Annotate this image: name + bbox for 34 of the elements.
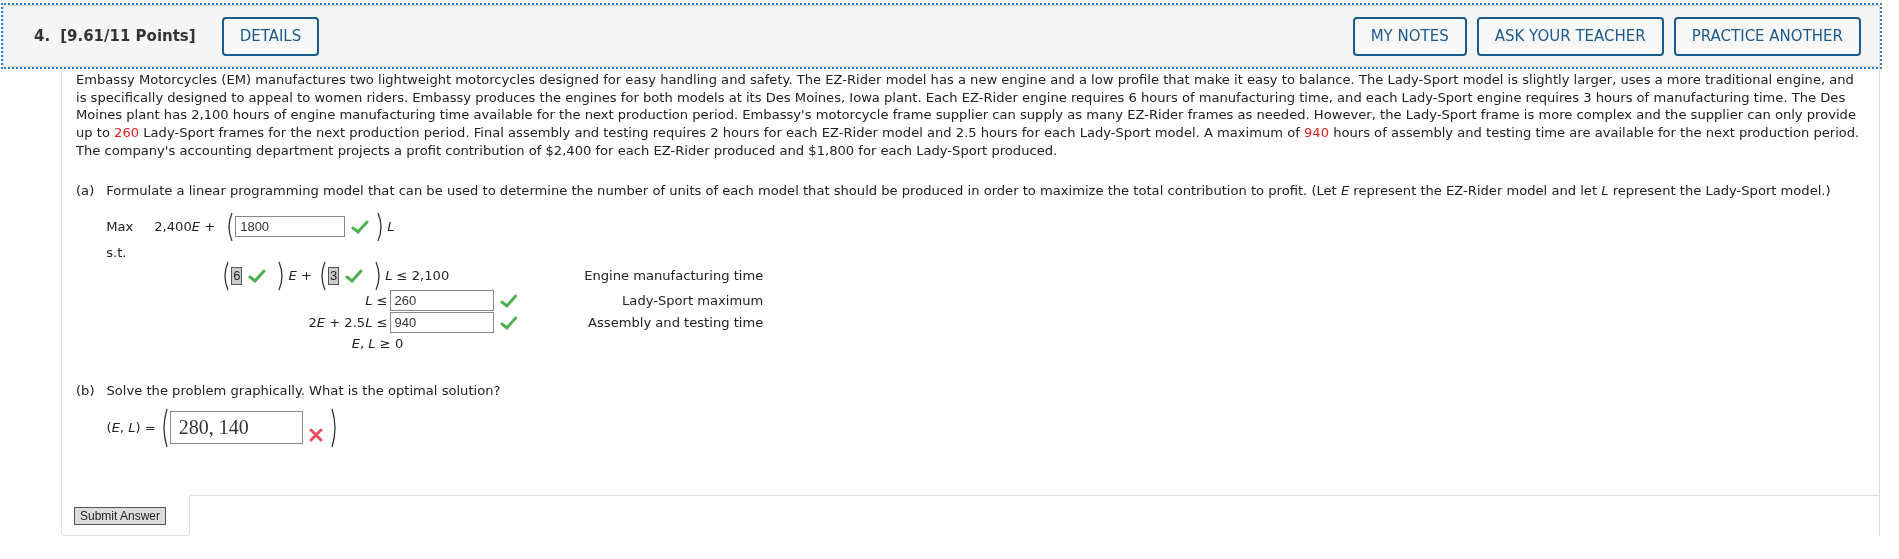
header-button[interactable]: MY NOTES <box>1352 16 1467 56</box>
header-button[interactable]: ASK YOUR TEACHER <box>1476 16 1664 56</box>
answer-field[interactable]: 260 <box>389 290 494 311</box>
constraint-term: E, L ≥ 0 <box>350 334 404 353</box>
opening-parenthesis-icon <box>225 211 234 242</box>
part-prompt: Formulate a linear programming model that can be used to determine the number of units of each model that should be produced in order to maximize the total contribution to profit. (Let E represent the EZ-Rider model and let L represent the Lady-Sport model.) <box>106 181 1831 200</box>
constraint-term: L ≤ <box>364 291 388 310</box>
answer-field[interactable]: 280, 140 <box>169 411 303 444</box>
constraint-term: E + <box>288 266 312 285</box>
part-label: (b) <box>76 381 95 400</box>
max-label: Max <box>106 217 135 236</box>
constraint-term: 2E + 2.5L ≤ <box>307 313 388 332</box>
constraint-description: Assembly and testing time <box>587 313 764 332</box>
constraint-description: Lady-Sport maximum <box>621 291 764 310</box>
answer-field[interactable]: 940 <box>389 312 494 333</box>
answer-field[interactable]: 1800 <box>235 216 346 237</box>
part-prompt: Solve the problem graphically. What is the optimal solution? <box>106 381 501 400</box>
submit-button[interactable]: Submit Answer <box>74 507 167 525</box>
header-button[interactable]: PRACTICE ANOTHER <box>1673 16 1861 56</box>
coefficient-value: 3 <box>327 266 340 285</box>
objective-term: 2,400E + <box>154 217 216 236</box>
question-number: 4. <box>34 27 51 45</box>
coefficient-value: 6 <box>231 266 243 285</box>
closing-parenthesis-icon <box>330 407 339 448</box>
problem-text: Embassy Motorcycles (EM) manufactures two lightweight motorcycles designed for easy handling and safety. The EZ-Rider model has a new engine and a low profile that make it easy to balance. The Lady-Sport model is slightly larger, uses a more traditional engine, and is specifically designed to appeal to women riders. Embassy produces the engines for both models at its Des Moines, Iowa plant. Each EZ-Rider engine requires 6 hours of manufacturing time, and each Lady-Sport engine requires 3 hours of manufacturing time. The Des Moines plant has 2,100 hours of engine manufacturing time available for the next production period. Embassy's motorcycle frame supplier can supply as many EZ-Rider frames as needed. However, the Lady-Sport frame is more complex and the supplier can only provide up to 260 Lady-Sport frames for the next production period. Final assembly and testing requires 2 hours for each EZ-Rider model and 2.5 hours for each Lady-Sport model. A maximum of 940 hours of assembly and testing time are available for the next production period. The company's accounting department projects a profit contribution of $2,400 for each EZ-Rider produced and $1,800 for each Lady-Sport produced. <box>76 71 1861 160</box>
constraint-term: L ≤ 2,100 <box>385 266 450 285</box>
part-label: (a) <box>76 181 95 200</box>
points-label: [9.61/11 Points] <box>60 27 196 45</box>
variable-label: L <box>387 217 395 236</box>
opening-parenthesis-icon <box>221 260 230 291</box>
solution-label: (E, L) = <box>106 418 156 437</box>
details-button[interactable]: DETAILS <box>221 16 320 56</box>
st-label: s.t. <box>106 243 128 262</box>
constraint-description: Engine manufacturing time <box>583 266 764 285</box>
